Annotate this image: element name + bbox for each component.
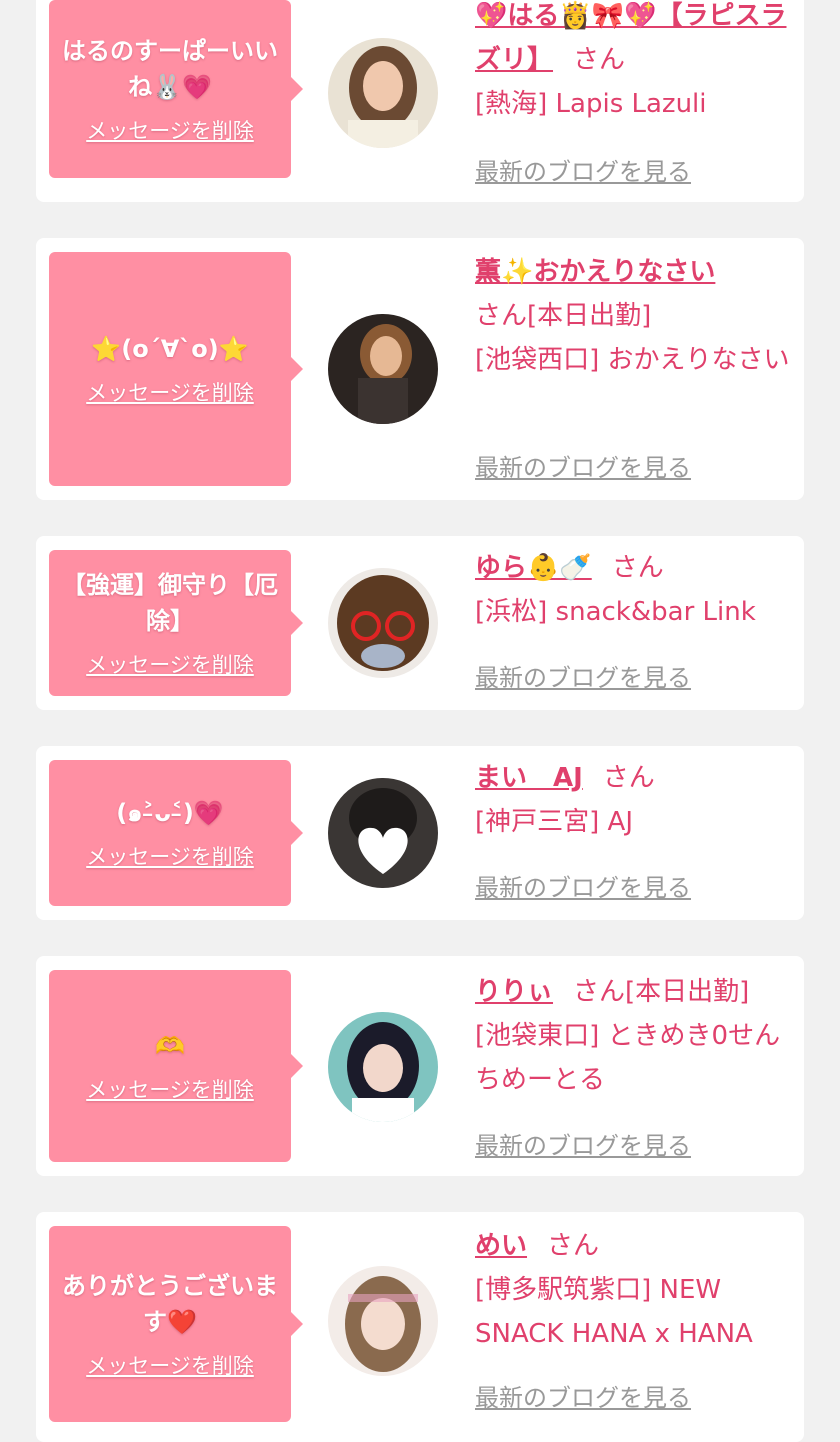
honorific: さん [475, 301, 528, 331]
shop-location: [神戸三宮] AJ [475, 807, 634, 837]
latest-blog-link[interactable]: 最新のブログを見る [475, 658, 691, 693]
shop-location: [浜松] snack&bar Link [475, 597, 756, 627]
user-name-link[interactable]: まい AJ [475, 763, 583, 793]
delete-message-link[interactable]: メッセージを削除 [86, 841, 254, 871]
user-name-link[interactable]: ゆら👶🍼 [475, 553, 592, 583]
user-name-link[interactable]: 薫✨おかえりなさい [475, 257, 715, 287]
user-info: ゆら👶🍼 さん [浜松] snack&bar Link [475, 546, 795, 634]
latest-blog-link[interactable]: 最新のブログを見る [475, 152, 691, 187]
message-bubble: ありがとうございます❤️ メッセージを削除 [49, 1226, 303, 1422]
honorific: さん [573, 977, 626, 1007]
user-name-link[interactable]: りりぃ [475, 977, 553, 1007]
message-card: 【強運】御守り【厄除】 メッセージを削除 ゆら👶🍼 さん [浜松] snack&b… [36, 536, 804, 710]
delete-message-link[interactable]: メッセージを削除 [86, 377, 254, 407]
shop-location: [博多駅筑紫口] NEW SNACK HANA x HANA [475, 1275, 753, 1349]
user-info: まい AJ さん [神戸三宮] AJ [475, 756, 795, 844]
message-bubble: 【強運】御守り【厄除】 メッセージを削除 [49, 550, 303, 696]
message-text: (๑˃̵ᴗ˂̵)💗 [116, 799, 224, 827]
message-card: はるのすーぱーいいね🐰💗 メッセージを削除 💖はる👸🎀💖【ラピスラズリ】 さん [… [36, 0, 804, 202]
message-bubble: はるのすーぱーいいね🐰💗 メッセージを削除 [49, 0, 303, 178]
message-text: 【強運】御守り【厄除】 [62, 571, 278, 635]
message-text: ありがとうございます❤️ [62, 1272, 278, 1336]
shop-location: [池袋東口] ときめき0せんちめーとる [475, 1021, 781, 1095]
user-info: りりぃ さん[本日出勤] [池袋東口] ときめき0せんちめーとる [475, 970, 795, 1102]
message-text: はるのすーぱーいいね🐰💗 [62, 37, 278, 101]
work-status: [本日出勤] [625, 977, 750, 1007]
delete-message-link[interactable]: メッセージを削除 [86, 1074, 254, 1104]
message-card: ⭐(o´∀`o)⭐ メッセージを削除 薫✨おかえりなさい さん[本日出勤] [池… [36, 238, 804, 500]
avatar[interactable] [328, 314, 438, 424]
message-bubble: 🫶 メッセージを削除 [49, 970, 303, 1162]
message-bubble: ⭐(o´∀`o)⭐ メッセージを削除 [49, 252, 303, 486]
honorific: さん [602, 763, 655, 793]
delete-message-link[interactable]: メッセージを削除 [86, 649, 254, 679]
user-info: めい さん [博多駅筑紫口] NEW SNACK HANA x HANA [475, 1224, 795, 1356]
latest-blog-link[interactable]: 最新のブログを見る [475, 1126, 691, 1161]
user-info: 薫✨おかえりなさい さん[本日出勤] [池袋西口] おかえりなさい [475, 250, 795, 382]
delete-message-link[interactable]: メッセージを削除 [86, 115, 254, 145]
message-card: (๑˃̵ᴗ˂̵)💗 メッセージを削除 まい AJ さん [神戸三宮] AJ 最新の… [36, 746, 804, 920]
honorific: さん [573, 45, 626, 75]
work-status: [本日出勤] [527, 301, 652, 331]
avatar[interactable] [328, 1012, 438, 1122]
honorific: さん [611, 553, 664, 583]
latest-blog-link[interactable]: 最新のブログを見る [475, 448, 691, 483]
message-text: ⭐(o´∀`o)⭐ [91, 335, 249, 363]
avatar[interactable] [328, 778, 438, 888]
delete-message-link[interactable]: メッセージを削除 [86, 1350, 254, 1380]
message-bubble: (๑˃̵ᴗ˂̵)💗 メッセージを削除 [49, 760, 303, 906]
message-text: 🫶 [155, 1032, 185, 1060]
latest-blog-link[interactable]: 最新のブログを見る [475, 1378, 691, 1413]
latest-blog-link[interactable]: 最新のブログを見る [475, 868, 691, 903]
user-name-link[interactable]: 💖はる👸🎀💖【ラピスラズリ】 [475, 1, 787, 75]
avatar[interactable] [328, 1266, 438, 1376]
shop-location: [池袋西口] おかえりなさい [475, 345, 790, 375]
avatar[interactable] [328, 568, 438, 678]
message-card: 🫶 メッセージを削除 りりぃ さん[本日出勤] [池袋東口] ときめき0せんちめー… [36, 956, 804, 1176]
shop-location: [熱海] Lapis Lazuli [475, 89, 707, 119]
user-name-link[interactable]: めい [475, 1231, 527, 1261]
avatar[interactable] [328, 38, 438, 148]
honorific: さん [547, 1231, 600, 1261]
user-info: 💖はる👸🎀💖【ラピスラズリ】 さん [熱海] Lapis Lazuli [475, 0, 795, 126]
message-card: ありがとうございます❤️ メッセージを削除 めい さん [博多駅筑紫口] NEW … [36, 1212, 804, 1442]
